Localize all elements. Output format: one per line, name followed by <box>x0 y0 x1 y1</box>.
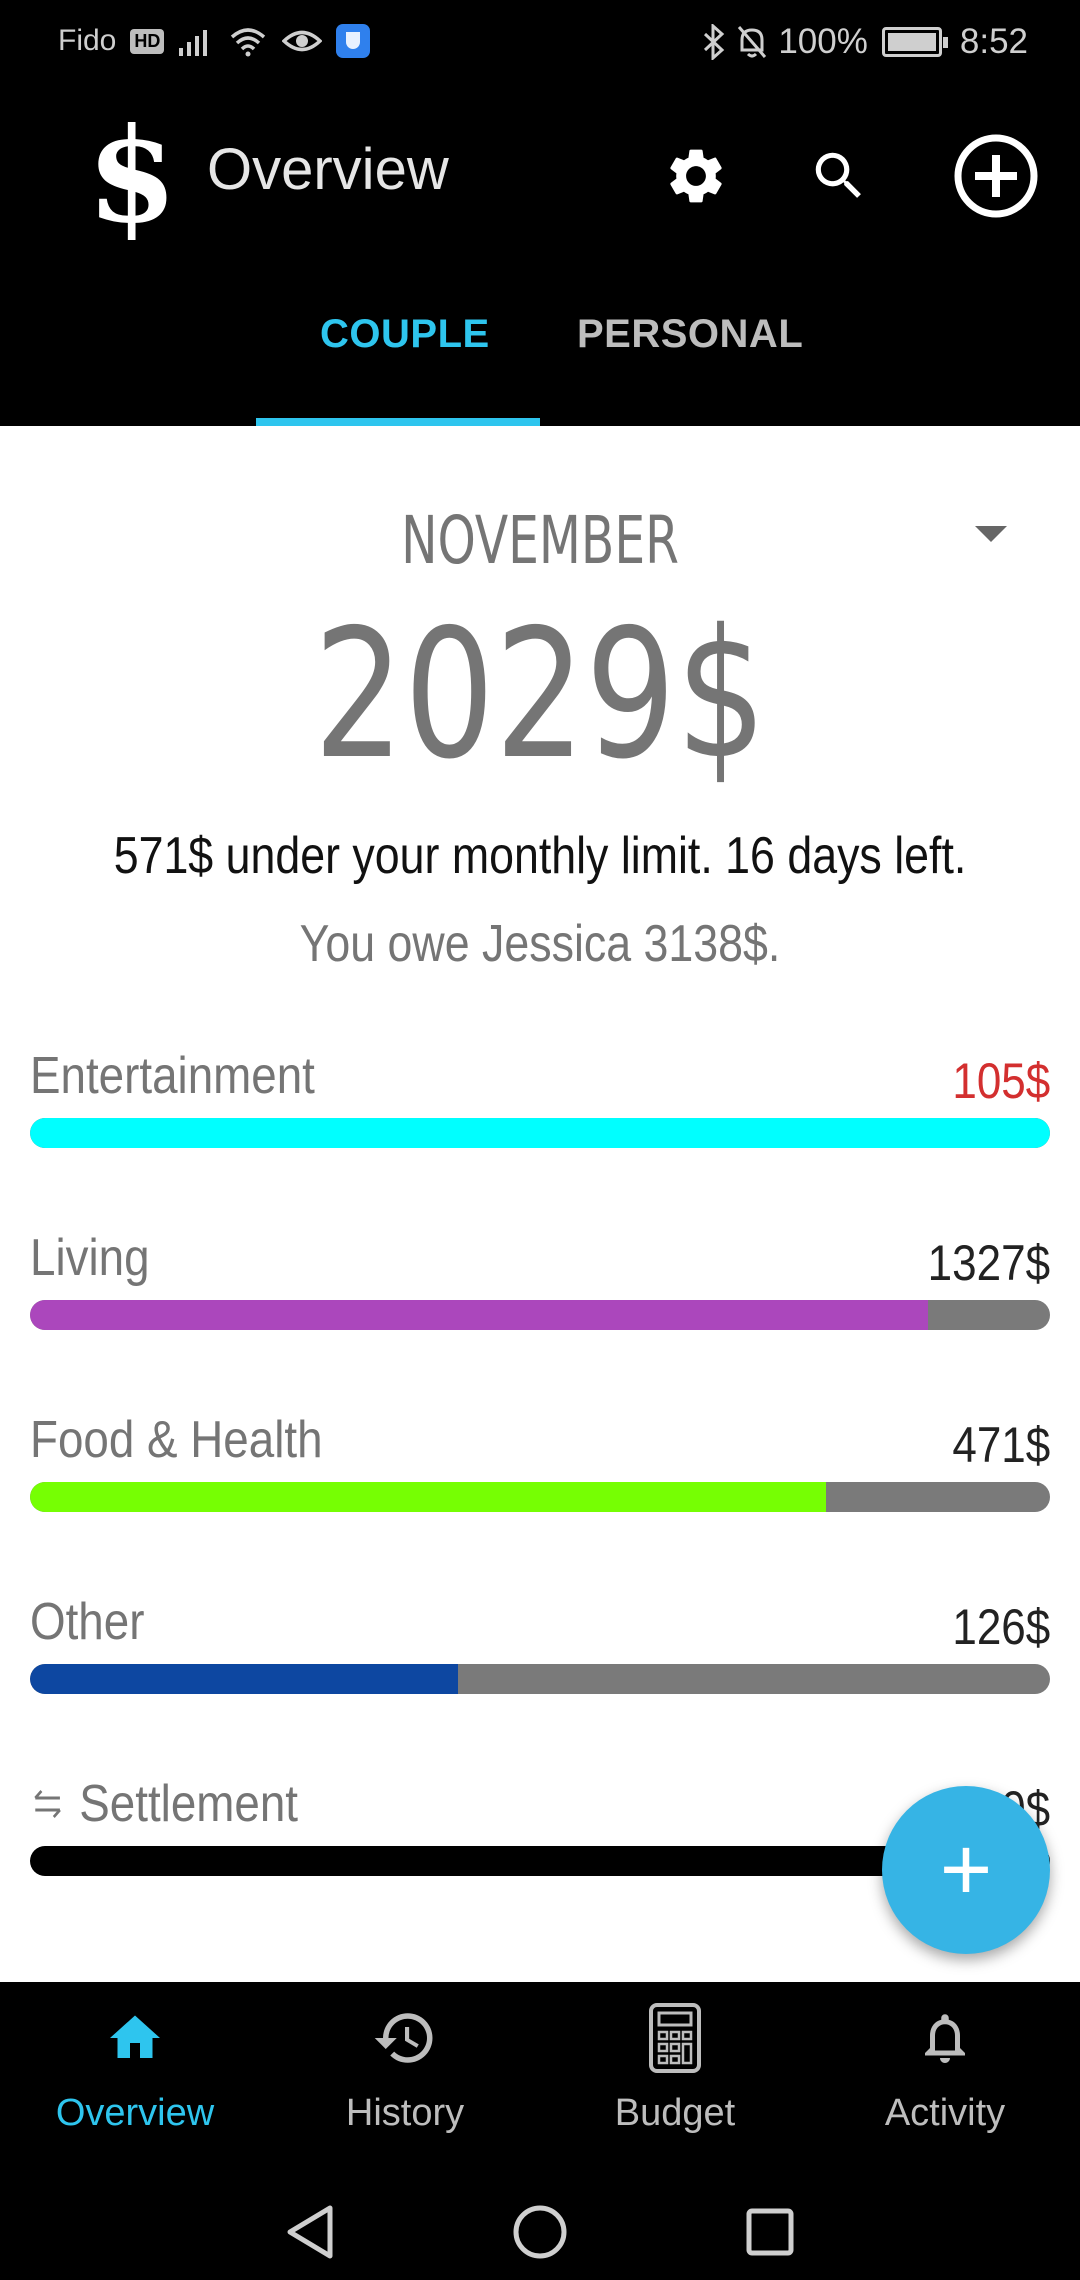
carrier-label: Fido <box>58 24 117 57</box>
category-row-food-health[interactable]: Food & Health 471$ <box>30 1410 1050 1520</box>
category-amount: 105$ <box>952 1053 1050 1109</box>
eye-icon <box>282 30 323 52</box>
status-right: 100% 8:52 <box>702 22 1028 62</box>
limit-status-text: 571$ under your monthly limit. 16 days l… <box>113 827 967 885</box>
shield-icon <box>336 24 371 58</box>
page-title: Overview <box>207 137 449 202</box>
settings-button[interactable] <box>650 130 742 222</box>
progress-track <box>30 1482 1050 1512</box>
category-name: Other <box>30 1592 144 1652</box>
mute-bell-icon <box>738 26 767 58</box>
tab-couple[interactable]: COUPLE <box>320 312 490 357</box>
category-amount: 126$ <box>952 1599 1050 1655</box>
home-button[interactable] <box>510 2202 570 2262</box>
nav-label: Budget <box>614 2092 736 2134</box>
app-bar: $ Overview <box>0 92 1080 262</box>
nav-budget[interactable]: Budget <box>540 2002 810 2152</box>
category-amount: 1327$ <box>927 1235 1050 1291</box>
home-circle-icon <box>513 2205 567 2259</box>
gear-icon <box>670 149 722 203</box>
back-button[interactable] <box>280 2202 340 2262</box>
search-button[interactable] <box>793 130 885 222</box>
system-nav-bar <box>0 2182 1080 2280</box>
back-icon <box>287 2205 333 2259</box>
battery-percent: 100% <box>778 22 868 61</box>
progress-track <box>30 1300 1050 1330</box>
status-left: Fido HD <box>58 24 371 58</box>
nav-label: Activity <box>884 2092 1006 2134</box>
tab-bar: COUPLE PERSONAL <box>0 262 1080 426</box>
history-icon <box>374 2013 433 2063</box>
balance-owe-text: You owe Jessica 3138$. <box>299 915 781 973</box>
nav-overview[interactable]: Overview <box>0 2002 270 2152</box>
battery-icon <box>881 27 948 57</box>
category-label: Entertainment <box>30 1047 315 1105</box>
hd-badge: HD <box>130 28 165 54</box>
bluetooth-icon <box>704 24 725 60</box>
add-expense-button[interactable] <box>950 130 1042 222</box>
progress-fill <box>30 1118 1050 1148</box>
swap-arrows-icon <box>34 1789 61 1819</box>
category-amount: 471$ <box>952 1417 1050 1473</box>
category-label: Food & Health <box>30 1411 323 1469</box>
tab-personal[interactable]: PERSONAL <box>577 312 803 357</box>
overview-content: NOVEMBER 2029$ 571$ under your monthly l… <box>0 426 1080 1982</box>
nav-history[interactable]: History <box>270 2002 540 2152</box>
category-label: Settlement <box>79 1775 299 1833</box>
progress-fill <box>30 1664 459 1694</box>
category-label: Other <box>30 1593 145 1651</box>
bell-icon <box>925 2014 965 2063</box>
signal-icon <box>179 30 208 56</box>
nav-label: Overview <box>55 2092 215 2134</box>
status-bar: Fido HD 100% 8:52 <box>0 0 1080 92</box>
clock: 8:52 <box>959 22 1028 61</box>
category-row-other[interactable]: Other 126$ <box>30 1592 1050 1702</box>
wifi-icon <box>231 28 266 57</box>
category-name: Food & Health <box>30 1410 323 1470</box>
progress-fill <box>30 1482 826 1512</box>
add-circle-icon <box>954 134 1038 218</box>
progress-track <box>30 1118 1050 1148</box>
category-name: Settlement <box>30 1774 298 1834</box>
category-label: Living <box>30 1229 150 1287</box>
add-transaction-fab[interactable]: + <box>882 1786 1050 1954</box>
month-selector[interactable]: NOVEMBER <box>97 502 983 579</box>
bottom-nav: Overview History Budget Activity <box>0 1982 1080 2182</box>
category-row-entertainment[interactable]: Entertainment 105$ <box>30 1046 1050 1156</box>
category-name: Entertainment <box>30 1046 315 1106</box>
nav-activity[interactable]: Activity <box>810 2002 1080 2152</box>
calculator-icon <box>649 2003 701 2073</box>
home-icon <box>110 2015 160 2058</box>
recents-icon <box>746 2208 794 2256</box>
recents-button[interactable] <box>740 2202 800 2262</box>
category-row-living[interactable]: Living 1327$ <box>30 1228 1050 1338</box>
nav-label: History <box>345 2092 465 2134</box>
chevron-down-icon[interactable] <box>975 526 1007 542</box>
dollar-logo-icon: $ <box>86 99 178 252</box>
tab-indicator <box>256 418 540 426</box>
progress-fill <box>30 1300 928 1330</box>
progress-track <box>30 1664 1050 1694</box>
search-icon <box>815 152 861 198</box>
category-name: Living <box>30 1228 150 1288</box>
total-spent: 2029$ <box>313 591 767 798</box>
